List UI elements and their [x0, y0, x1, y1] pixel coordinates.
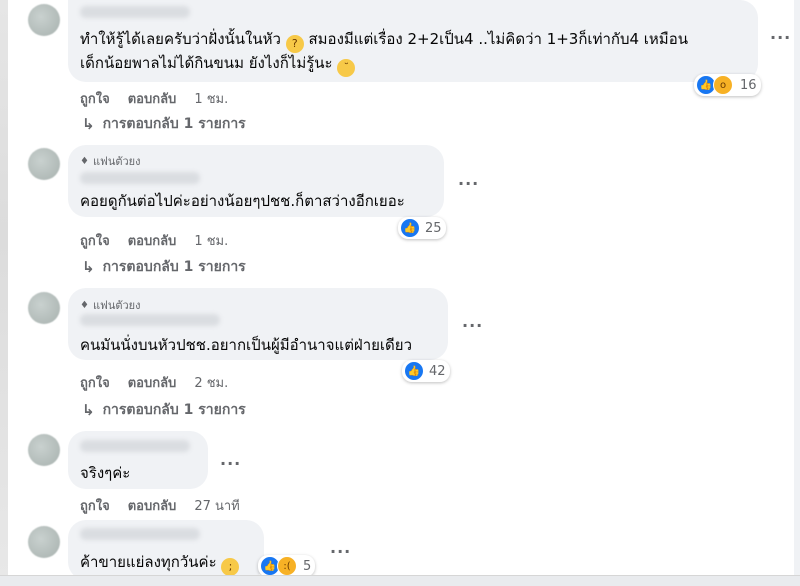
reaction-count: 5	[303, 558, 312, 574]
reaction-summary[interactable]: 👍 o 16	[694, 74, 761, 96]
more-options-icon[interactable]: ···	[458, 174, 479, 193]
grin-emoji-icon: ˘	[337, 59, 356, 77]
reply-arrow-icon: ↳	[82, 115, 95, 133]
reaction-count: 42	[429, 363, 446, 379]
reply-button[interactable]: ตอบกลับ	[128, 495, 177, 516]
reply-button[interactable]: ตอบกลับ	[128, 372, 177, 393]
commenter-name[interactable]	[80, 528, 200, 540]
crying-emoji-icon: ;	[221, 558, 240, 576]
horizontal-scrollbar[interactable]	[0, 575, 800, 586]
avatar[interactable]	[28, 526, 60, 558]
reaction-summary[interactable]: 👍 :( 5	[258, 555, 316, 577]
left-edge-strip	[0, 0, 8, 586]
reaction-summary[interactable]: 👍 42	[402, 360, 450, 382]
comment-text-line: เด็กน้อยพาลไม่ได้กินขนม ยังไงก็ไม่รู้นะ …	[80, 52, 356, 77]
view-replies-link[interactable]: ↳ การตอบกลับ 1 รายการ	[82, 113, 246, 135]
commenter-name[interactable]	[80, 440, 190, 452]
comment-text: คอยดูกันต่อไปค่ะอย่างน้อยๆปชช.ก็ตาสว่างอ…	[80, 192, 405, 210]
timestamp[interactable]: 27 นาที	[194, 495, 239, 516]
more-options-icon[interactable]: ···	[770, 28, 791, 47]
commenter-name[interactable]	[80, 314, 220, 326]
replies-label: การตอบกลับ 1 รายการ	[102, 402, 246, 418]
view-replies-link[interactable]: ↳ การตอบกลับ 1 รายการ	[82, 256, 246, 278]
reaction-summary[interactable]: 👍 25	[398, 217, 446, 239]
comment-actions: ถูกใจ ตอบกลับ 1 ชม.	[80, 88, 228, 109]
more-options-icon[interactable]: ···	[220, 454, 241, 473]
like-reaction-icon: 👍	[404, 361, 424, 381]
diamond-badge-icon: ♦	[80, 155, 89, 167]
comment-actions: ถูกใจ ตอบกลับ 1 ชม.	[80, 230, 228, 251]
avatar[interactable]	[28, 148, 60, 180]
timestamp[interactable]: 1 ชม.	[194, 230, 228, 251]
comment-actions: ถูกใจ ตอบกลับ 27 นาที	[80, 495, 240, 516]
reply-arrow-icon: ↳	[82, 258, 95, 276]
comment-actions: ถูกใจ ตอบกลับ 2 ชม.	[80, 372, 228, 393]
reaction-count: 16	[740, 77, 757, 93]
commenter-name[interactable]	[80, 6, 190, 18]
reply-button[interactable]: ตอบกลับ	[128, 88, 177, 109]
more-options-icon[interactable]: ···	[462, 316, 483, 335]
avatar[interactable]	[28, 4, 60, 36]
thinking-emoji-icon: ?	[285, 35, 304, 53]
badge-label: แฟนตัวยง	[92, 299, 141, 312]
scrollbar-track[interactable]	[794, 0, 800, 586]
wow-reaction-icon: o	[713, 75, 733, 95]
replies-label: การตอบกลับ 1 รายการ	[102, 116, 246, 132]
avatar[interactable]	[28, 292, 60, 324]
comment-text: จริงๆค่ะ	[80, 464, 131, 482]
more-options-icon[interactable]: ···	[330, 542, 351, 561]
commenter-name[interactable]	[80, 172, 200, 184]
timestamp[interactable]: 2 ชม.	[194, 372, 228, 393]
reaction-count: 25	[425, 220, 442, 236]
like-button[interactable]: ถูกใจ	[80, 372, 110, 393]
diamond-badge-icon: ♦	[80, 299, 89, 311]
avatar[interactable]	[28, 434, 60, 466]
comment-text: คนมันนั่งบนหัวปชช.อยากเป็นผู้มีอำนาจแต่ฝ…	[80, 336, 413, 354]
timestamp[interactable]: 1 ชม.	[194, 88, 228, 109]
top-fan-badge[interactable]: ♦ แฟนตัวยง	[80, 296, 141, 314]
like-reaction-icon: 👍	[400, 218, 420, 238]
reply-arrow-icon: ↳	[82, 401, 95, 419]
like-button[interactable]: ถูกใจ	[80, 495, 110, 516]
comment-text-line: ทำให้รู้ได้เลยครับว่าฝั่งนั้นในหัว ? สมอ…	[80, 28, 688, 53]
like-button[interactable]: ถูกใจ	[80, 88, 110, 109]
like-button[interactable]: ถูกใจ	[80, 230, 110, 251]
badge-label: แฟนตัวยง	[92, 155, 141, 168]
reply-button[interactable]: ตอบกลับ	[128, 230, 177, 251]
view-replies-link[interactable]: ↳ การตอบกลับ 1 รายการ	[82, 399, 246, 421]
comment-text-line: ค้าขายแย่ลงทุกวันค่ะ ;	[80, 551, 240, 576]
top-fan-badge[interactable]: ♦ แฟนตัวยง	[80, 152, 141, 170]
replies-label: การตอบกลับ 1 รายการ	[102, 259, 246, 275]
sad-reaction-icon: :(	[277, 556, 297, 576]
